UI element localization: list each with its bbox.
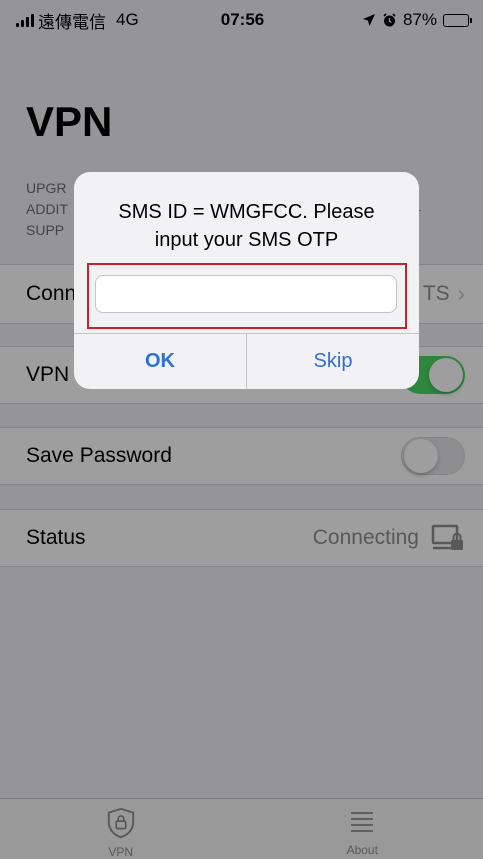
alert-actions: OK Skip: [74, 333, 419, 389]
skip-button[interactable]: Skip: [247, 334, 419, 389]
alert-message: SMS ID = WMGFCC. Please input your SMS O…: [74, 198, 419, 254]
modal-backdrop: [0, 0, 483, 859]
sms-otp-alert: SMS ID = WMGFCC. Please input your SMS O…: [74, 172, 419, 389]
otp-input[interactable]: [95, 275, 397, 313]
alert-message-line-1: SMS ID = WMGFCC. Please: [118, 201, 375, 223]
ok-button[interactable]: OK: [74, 334, 247, 389]
alert-message-line-2: input your SMS OTP: [154, 229, 339, 251]
otp-input-highlight: [87, 263, 407, 329]
